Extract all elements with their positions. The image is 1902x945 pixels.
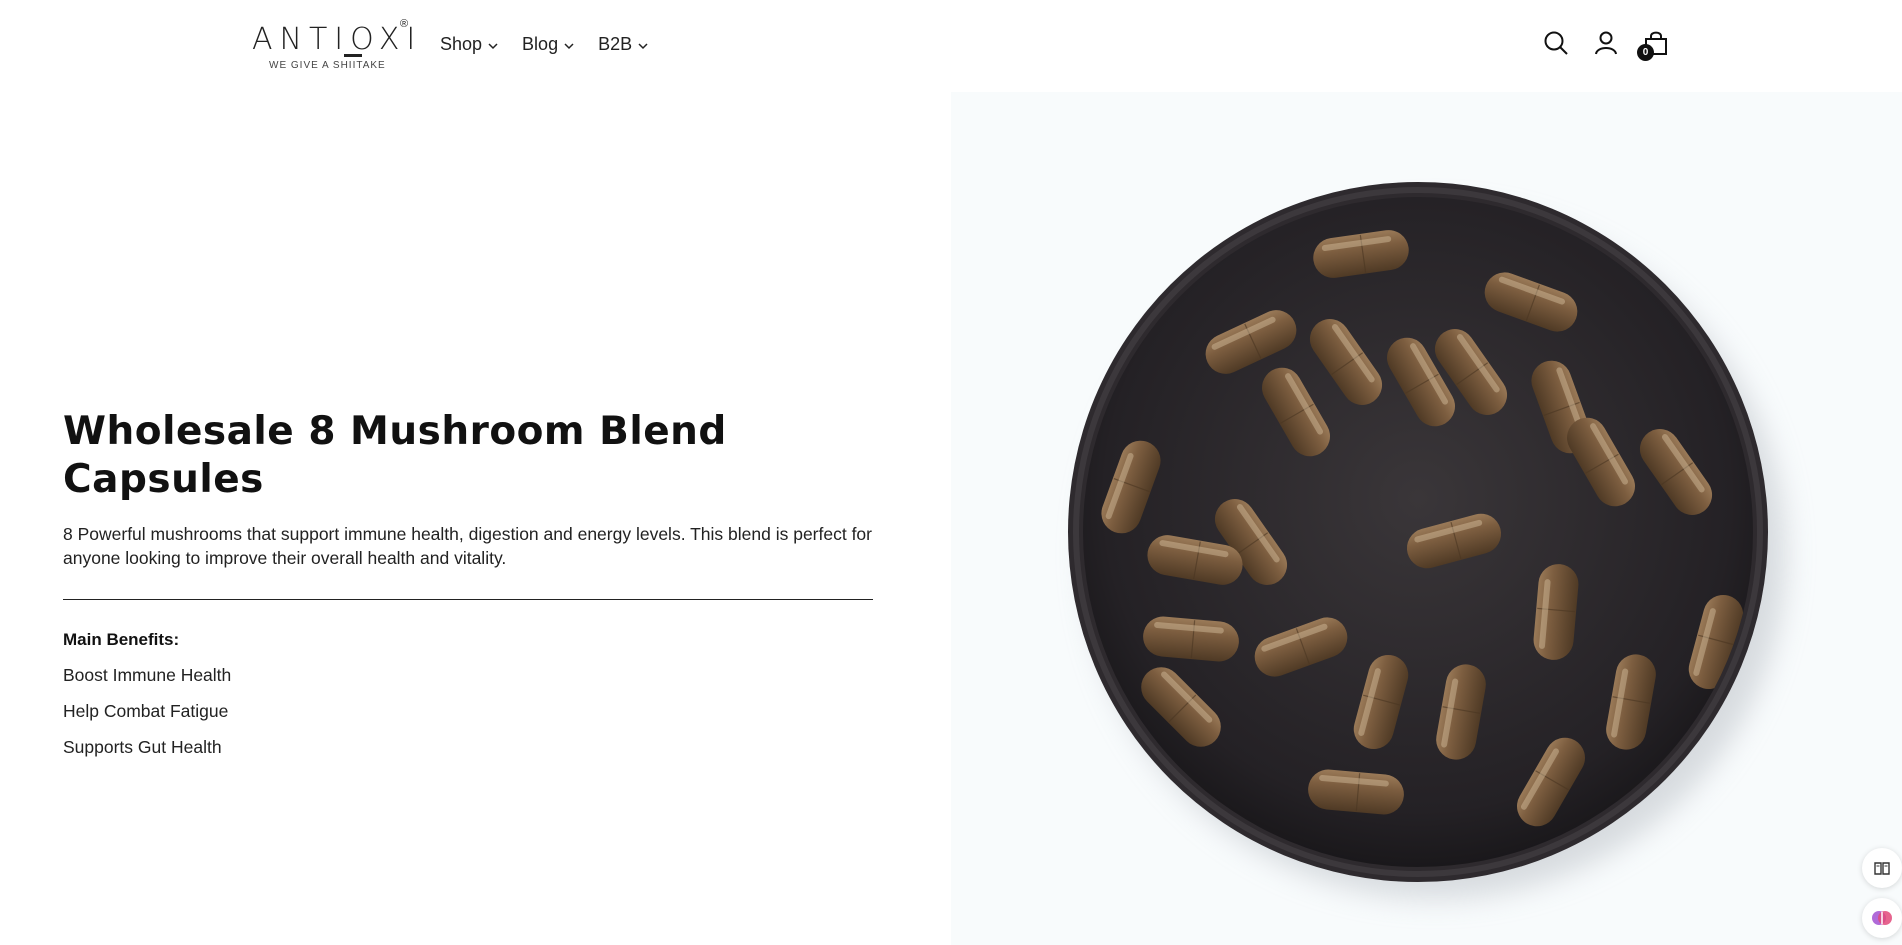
- page-title: Wholesale 8 Mushroom Blend Capsules: [63, 409, 727, 502]
- registered-mark: ®: [400, 18, 409, 30]
- logo-tagline: WE GIVE A SHIITAKE: [269, 60, 386, 71]
- account-icon: [1595, 31, 1617, 55]
- reader-button[interactable]: [1862, 848, 1902, 888]
- ai-assistant-button[interactable]: [1862, 898, 1902, 938]
- nav-b2b[interactable]: B2B: [598, 34, 648, 55]
- chevron-down-icon: [488, 43, 498, 50]
- main-nav: Shop Blog B2B: [440, 34, 648, 55]
- account-button[interactable]: [1593, 30, 1619, 56]
- benefits-heading: Main Benefits:: [63, 630, 180, 649]
- site-header: ANTIOXI ® WE GIVE A SHIITAKE Shop Blog B…: [0, 0, 1902, 92]
- search-button[interactable]: [1543, 30, 1569, 56]
- brain-icon: [1872, 911, 1892, 925]
- nav-blog[interactable]: Blog: [522, 34, 574, 55]
- nav-shop[interactable]: Shop: [440, 34, 498, 55]
- book-icon: [1874, 862, 1890, 875]
- cart-count-badge: 0: [1637, 44, 1654, 61]
- cart-button[interactable]: 0: [1637, 30, 1669, 61]
- capsule-bowl-illustration: [1068, 182, 1786, 899]
- benefit-item: Boost Immune Health: [63, 665, 232, 685]
- logo-wordmark: ANTIOXI: [252, 22, 423, 57]
- nav-b2b-label: B2B: [598, 34, 633, 54]
- chevron-down-icon: [638, 43, 648, 50]
- product-intro: Wholesale 8 Mushroom Blend Capsules 8 Po…: [63, 408, 873, 758]
- divider: [63, 599, 873, 600]
- product-image: [951, 92, 1902, 945]
- header-actions: 0: [1543, 30, 1669, 61]
- benefit-item: Supports Gut Health: [63, 737, 222, 757]
- logo-underline: [344, 54, 362, 57]
- benefit-item: Help Combat Fatigue: [63, 701, 229, 721]
- logo[interactable]: ANTIOXI ® WE GIVE A SHIITAKE: [252, 18, 415, 74]
- chevron-down-icon: [564, 43, 574, 50]
- nav-shop-label: Shop: [440, 34, 483, 54]
- product-description: 8 Powerful mushrooms that support immune…: [63, 524, 872, 568]
- nav-blog-label: Blog: [522, 34, 559, 54]
- search-icon: [1544, 31, 1568, 55]
